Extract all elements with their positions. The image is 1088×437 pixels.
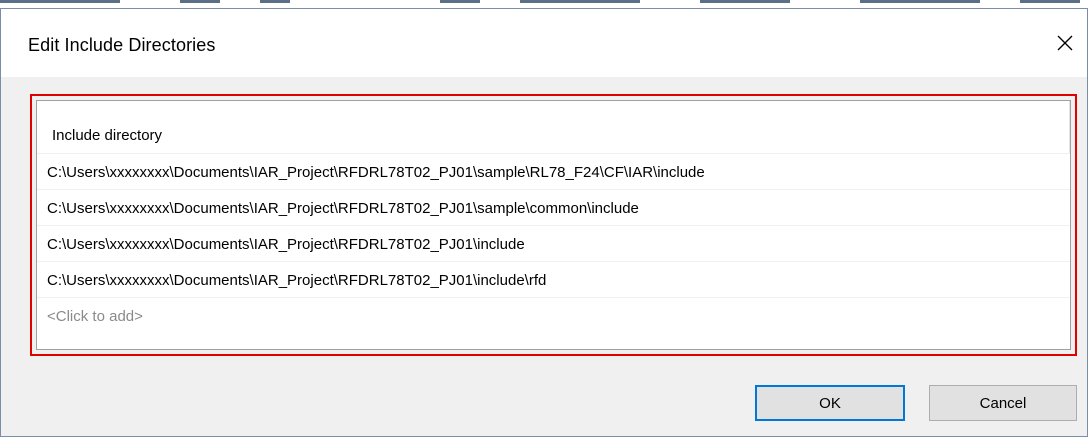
directory-path: C:\Users\xxxxxxxx\Documents\IAR_Project\… bbox=[47, 272, 547, 289]
include-directory-list[interactable]: Include directory C:\Users\xxxxxxxx\Docu… bbox=[36, 100, 1071, 350]
directory-path: C:\Users\xxxxxxxx\Documents\IAR_Project\… bbox=[47, 164, 705, 181]
directory-path: C:\Users\xxxxxxxx\Documents\IAR_Project\… bbox=[47, 236, 525, 253]
dialog-title-bar[interactable]: Edit Include Directories bbox=[1, 9, 1087, 77]
list-column-header[interactable]: Include directory bbox=[37, 101, 1070, 153]
close-icon bbox=[1056, 34, 1074, 52]
close-button[interactable] bbox=[1047, 25, 1083, 61]
list-item[interactable]: C:\Users\xxxxxxxx\Documents\IAR_Project\… bbox=[37, 225, 1070, 261]
list-item[interactable]: C:\Users\xxxxxxxx\Documents\IAR_Project\… bbox=[37, 261, 1070, 297]
column-header-divider bbox=[1069, 101, 1070, 153]
list-item[interactable]: C:\Users\xxxxxxxx\Documents\IAR_Project\… bbox=[37, 153, 1070, 189]
column-header-label: Include directory bbox=[52, 127, 163, 144]
cancel-button[interactable]: Cancel bbox=[929, 385, 1077, 421]
edit-include-directories-dialog: Edit Include Directories Include directo… bbox=[0, 8, 1088, 437]
directory-path: C:\Users\xxxxxxxx\Documents\IAR_Project\… bbox=[47, 200, 639, 217]
ok-button[interactable]: OK bbox=[755, 385, 905, 421]
add-directory-row[interactable]: <Click to add> bbox=[37, 297, 1070, 333]
add-directory-placeholder: <Click to add> bbox=[47, 308, 143, 325]
list-item[interactable]: C:\Users\xxxxxxxx\Documents\IAR_Project\… bbox=[37, 189, 1070, 225]
dialog-title: Edit Include Directories bbox=[28, 35, 216, 55]
